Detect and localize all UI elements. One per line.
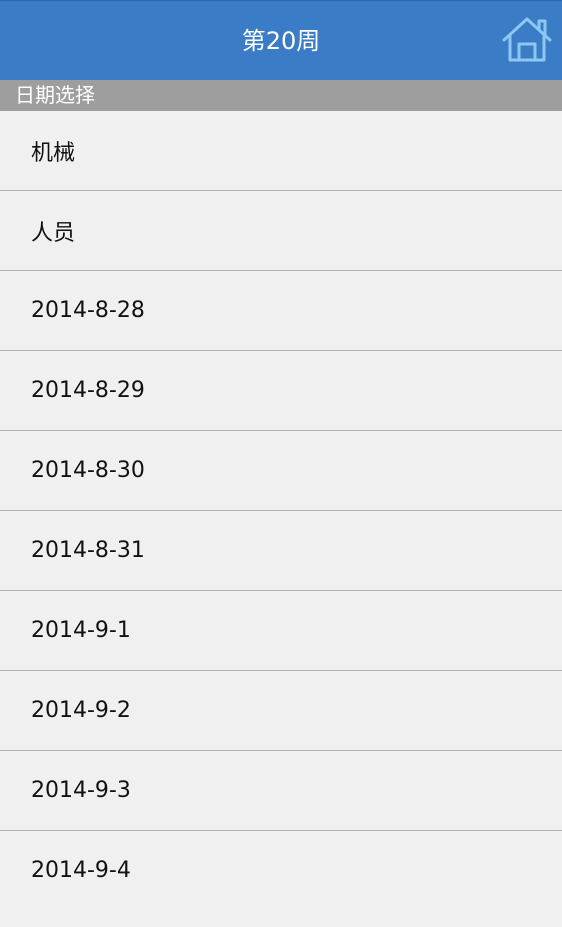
home-button[interactable] — [502, 17, 552, 65]
list-item[interactable]: 人员 — [0, 191, 562, 271]
list-item-label: 人员 — [31, 220, 76, 246]
page-title: 第20周 — [241, 27, 321, 55]
list-item[interactable]: 2014-9-3 — [0, 751, 562, 831]
list-item[interactable]: 2014-9-4 — [0, 831, 562, 910]
list-item[interactable]: 机械 — [0, 111, 562, 191]
list-item[interactable]: 2014-8-29 — [0, 351, 562, 431]
list-item[interactable]: 2014-8-31 — [0, 511, 562, 591]
list-item-label: 2014-8-31 — [31, 538, 145, 563]
list-item-label: 2014-8-29 — [31, 378, 145, 403]
list-item-label: 2014-9-1 — [31, 618, 131, 643]
list-item[interactable]: 2014-8-28 — [0, 271, 562, 351]
list-item-label: 2014-8-28 — [31, 298, 145, 323]
list-item-label: 2014-9-2 — [31, 698, 131, 723]
list-item-label: 机械 — [31, 140, 76, 166]
app-screen: 第20周 日期选择 机械 人员 2014-8-28 2014-8-29 2014… — [0, 0, 562, 927]
list-item-label: 2014-9-4 — [31, 858, 131, 883]
date-list: 机械 人员 2014-8-28 2014-8-29 2014-8-30 2014… — [0, 111, 562, 910]
list-item-label: 2014-9-3 — [31, 778, 131, 803]
list-item[interactable]: 2014-8-30 — [0, 431, 562, 511]
title-bar: 第20周 — [0, 0, 562, 80]
list-item-label: 2014-8-30 — [31, 458, 145, 483]
list-item[interactable]: 2014-9-2 — [0, 671, 562, 751]
section-header-date-select: 日期选择 — [0, 80, 562, 111]
list-item[interactable]: 2014-9-1 — [0, 591, 562, 671]
home-icon — [502, 16, 552, 66]
